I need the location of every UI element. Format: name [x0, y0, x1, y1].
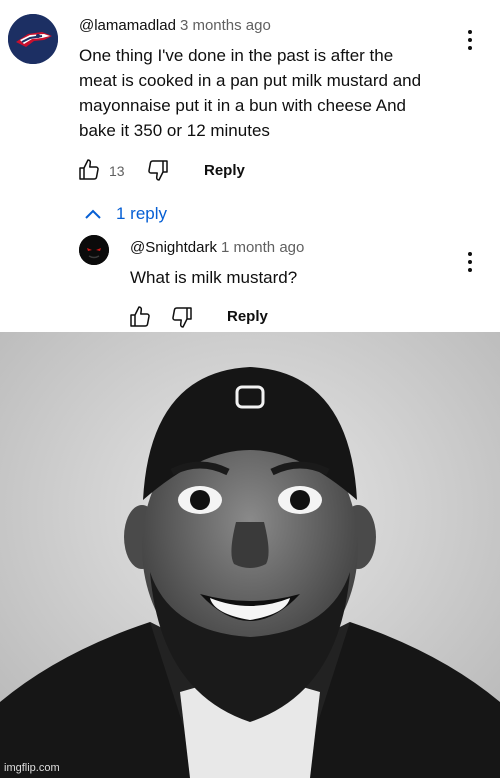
reply-timestamp[interactable]: 1 month ago: [221, 239, 304, 256]
watermark-text: imgflip.com: [4, 762, 60, 774]
comment-text-line: mayonnaise put it in a bun with cheese A…: [79, 96, 406, 115]
smiling-man-photo: [0, 332, 500, 778]
thumbs-up-icon[interactable]: [128, 305, 152, 329]
thumbs-up-icon[interactable]: [77, 158, 101, 182]
dark-face-avatar-icon: [79, 235, 109, 265]
comment-text-line: One thing I've done in the past is after…: [79, 46, 394, 65]
comment-text-line: meat is cooked in a pan put milk mustard…: [79, 71, 422, 90]
reply-text: What is milk mustard?: [130, 268, 298, 287]
avatar[interactable]: [79, 235, 109, 265]
chevron-up-icon: [85, 209, 101, 219]
comment-author[interactable]: @lamamadlad 3 months ago: [79, 17, 271, 34]
comment-thread: @lamamadlad 3 months ago One thing I've d…: [0, 0, 500, 332]
replies-toggle[interactable]: 1 reply: [84, 202, 167, 226]
comment-text-line: bake it 350 or 12 minutes: [79, 121, 270, 140]
thumbs-down-icon[interactable]: [146, 158, 170, 182]
more-vert-icon[interactable]: [464, 250, 476, 274]
like-count: 13: [109, 163, 125, 179]
replies-count-label[interactable]: 1 reply: [116, 204, 167, 224]
reaction-photo: imgflip.com: [0, 332, 500, 778]
reply-button[interactable]: Reply: [227, 308, 268, 325]
comment-text: One thing I've done in the past is after…: [79, 43, 421, 143]
more-vert-icon[interactable]: [464, 28, 476, 52]
comment-timestamp[interactable]: 3 months ago: [180, 17, 271, 34]
reply-author[interactable]: @Snightdark 1 month ago: [130, 239, 304, 256]
comment-author-name[interactable]: @lamamadlad: [79, 17, 176, 34]
thumbs-down-icon[interactable]: [170, 305, 194, 329]
reply-author-name[interactable]: @Snightdark: [130, 239, 217, 256]
avatar[interactable]: [8, 14, 58, 64]
reply-button[interactable]: Reply: [204, 162, 245, 179]
patriots-logo-icon: [8, 14, 58, 64]
